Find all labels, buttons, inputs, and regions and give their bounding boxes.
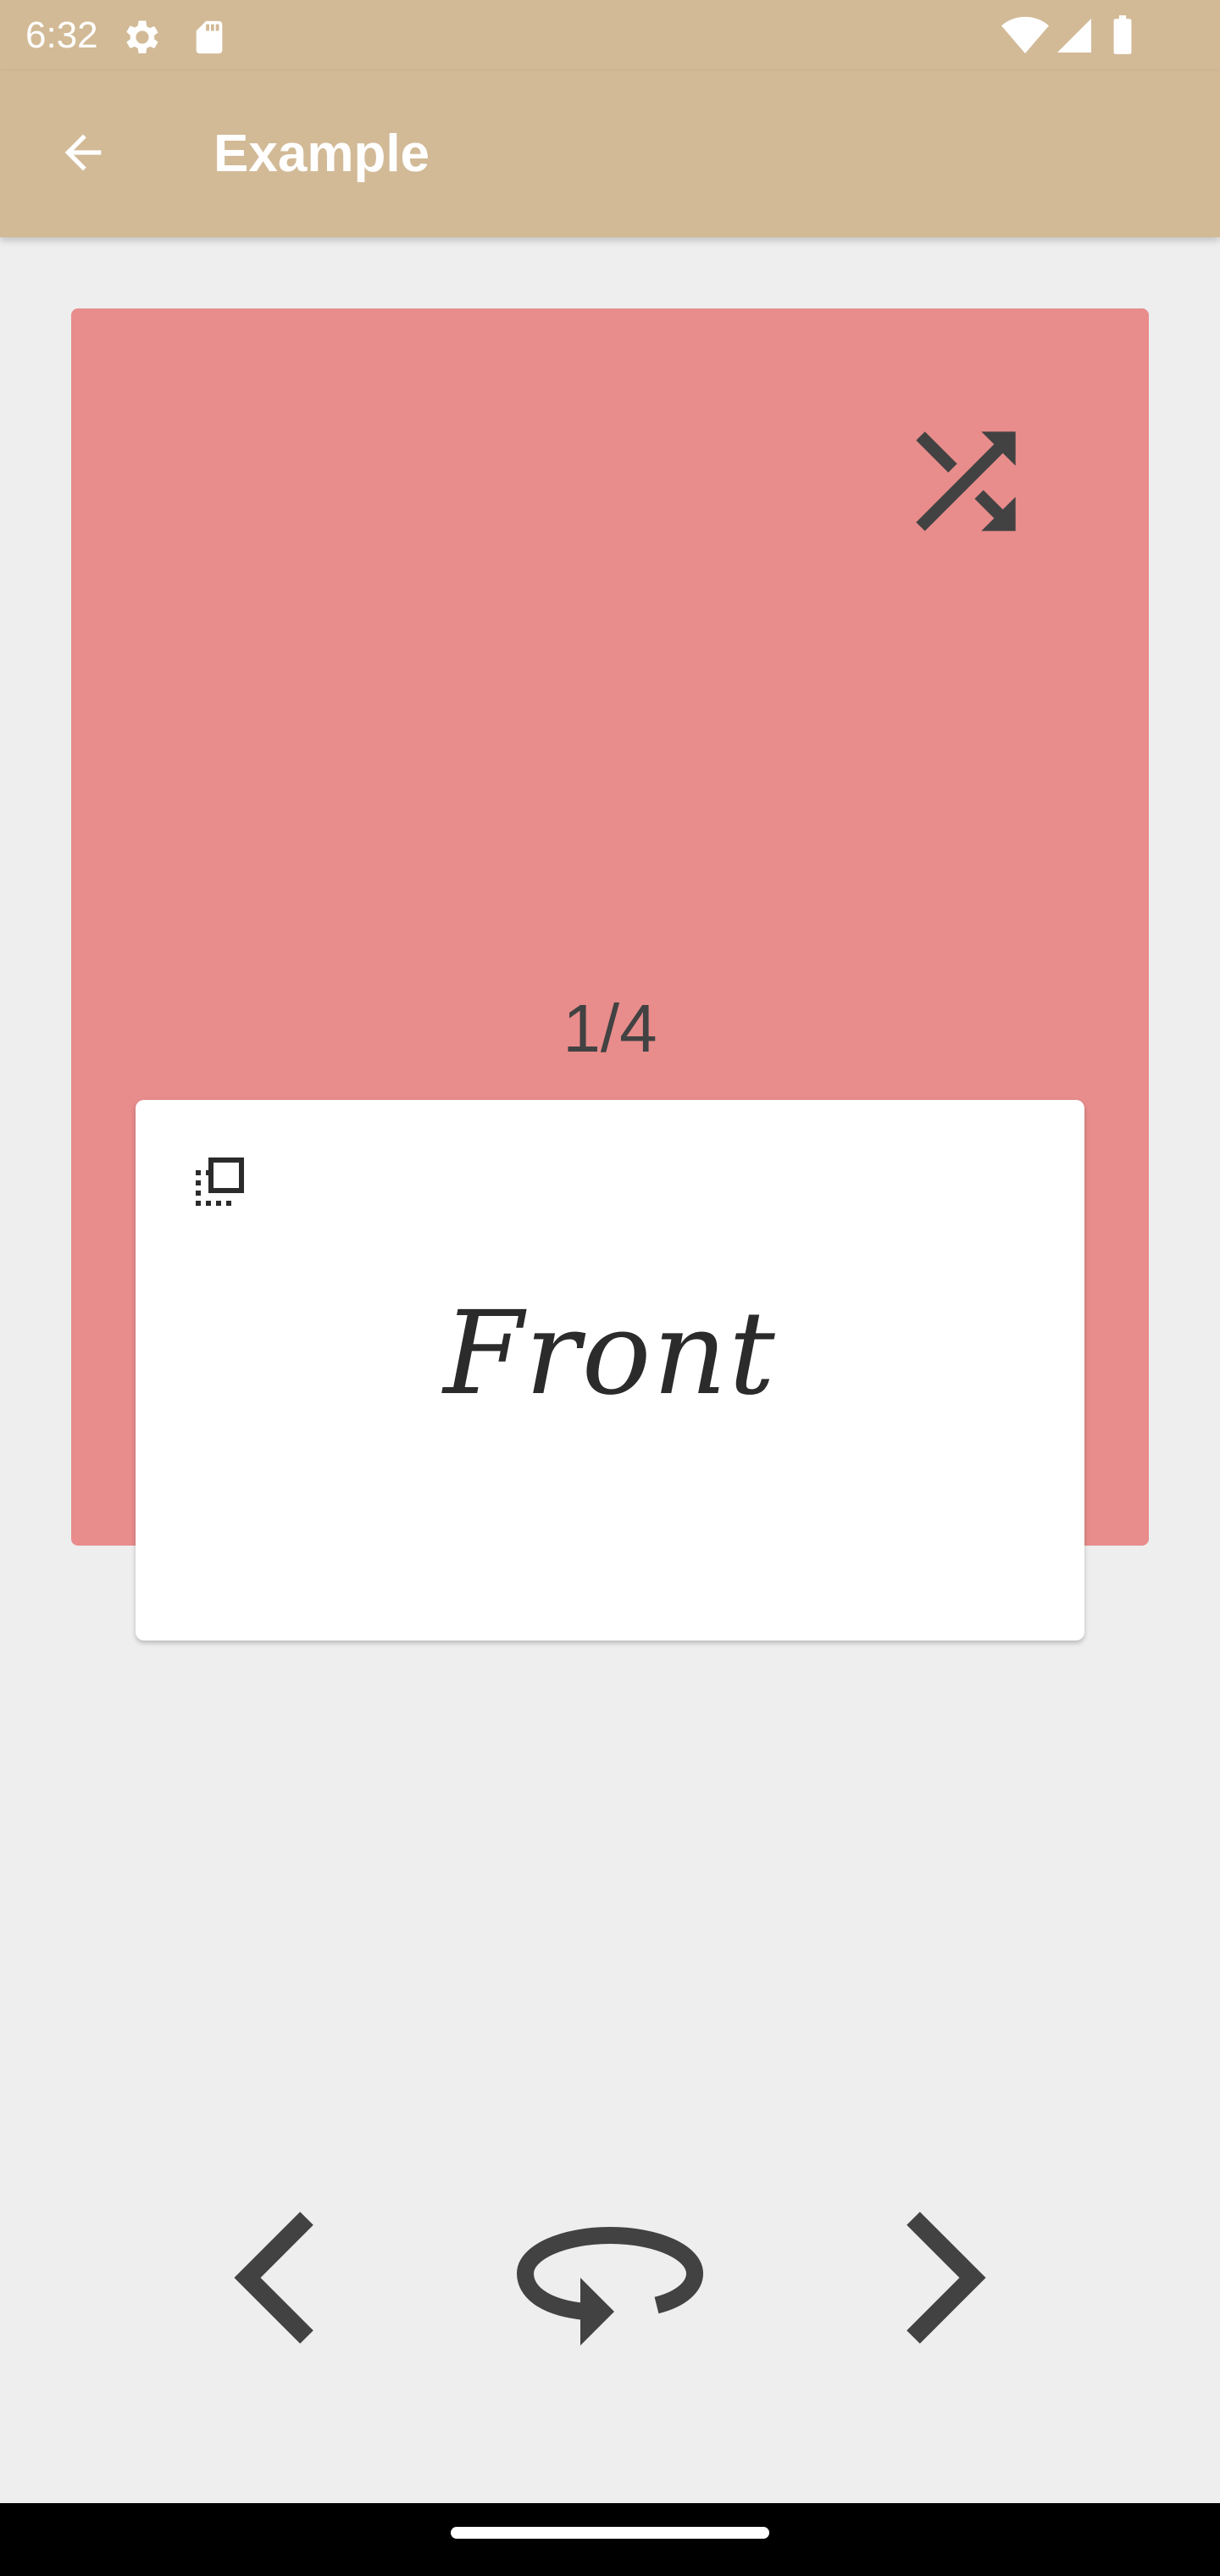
battery-icon	[1110, 14, 1135, 60]
arrow-back-icon	[56, 125, 110, 184]
home-indicator[interactable]	[451, 2527, 769, 2539]
flip-button[interactable]	[508, 2186, 712, 2373]
card-flip-icon	[188, 1152, 249, 1213]
card-text: Front	[443, 1287, 777, 1421]
rotate-flip-icon	[516, 2210, 704, 2350]
next-button[interactable]	[871, 2186, 1023, 2373]
chevron-left-icon	[222, 2210, 324, 2350]
status-bar: 6:32	[0, 0, 1220, 71]
wifi-icon	[1001, 15, 1049, 60]
back-button[interactable]	[34, 105, 132, 203]
page-title: Example	[214, 125, 430, 183]
settings-icon	[119, 15, 163, 64]
card-counter: 1/4	[563, 991, 657, 1066]
flash-card[interactable]: Front	[136, 1100, 1084, 1641]
shuffle-button[interactable]	[881, 398, 1051, 568]
signal-icon	[1054, 15, 1095, 60]
sd-card-icon	[190, 17, 229, 62]
previous-button[interactable]	[197, 2186, 349, 2373]
system-nav-bar	[0, 2503, 1220, 2576]
app-bar: Example	[0, 71, 1220, 237]
shuffle-icon	[891, 407, 1040, 560]
status-time: 6:32	[25, 14, 98, 56]
chevron-right-icon	[896, 2210, 998, 2350]
